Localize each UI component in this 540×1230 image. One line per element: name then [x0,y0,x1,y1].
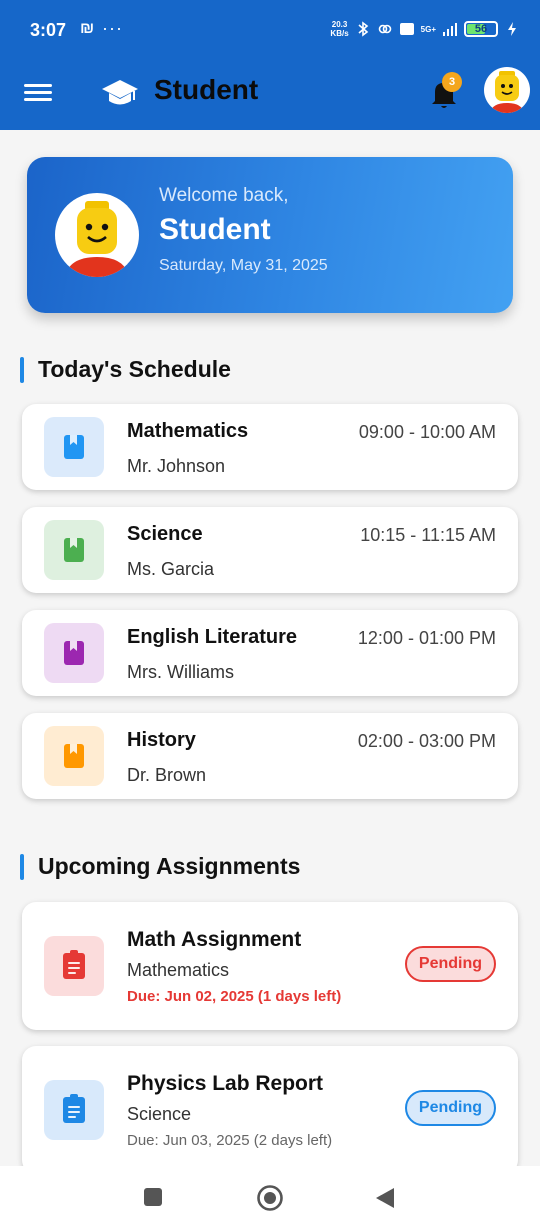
avatar-image [65,201,129,277]
schedule-section-header: Today's Schedule [20,356,231,383]
assignment-title: Math Assignment [127,928,302,951]
section-accent-bar [20,853,24,880]
network-type: 5G+ [420,24,436,34]
more-notifications-icon: ··· [102,18,123,38]
assignment-title: Physics Lab Report [127,1072,324,1095]
link-icon [378,24,391,34]
volte-icon [399,23,414,35]
clipboard-icon [63,950,85,979]
status-indicators: 20.3 KB/s 5G+ 56 [330,20,520,38]
menu-icon [24,84,52,87]
book-icon [64,538,84,562]
welcome-name: Student [159,213,271,246]
status-badge: Pending [404,946,496,982]
menu-button[interactable] [24,80,52,108]
schedule-card[interactable]: Science Ms. Garcia 10:15 - 11:15 AM [22,507,518,593]
assignment-icon-tile [44,1080,104,1140]
network-speed-unit: KB/s [330,29,349,38]
notifications-button[interactable]: 3 [424,72,464,114]
assignment-due: Due: Jun 03, 2025 (2 days left) [127,1132,333,1149]
home-circle-icon [257,1185,283,1211]
assignments-section-header: Upcoming Assignments [20,853,300,880]
schedule-time: 10:15 - 11:15 AM [360,525,496,545]
schedule-card[interactable]: History Dr. Brown 02:00 - 03:00 PM [22,713,518,799]
app-title: Student [154,74,259,105]
book-icon [64,641,84,665]
assignment-icon-tile [44,936,104,996]
welcome-greeting: Welcome back, [159,185,289,206]
schedule-title: Today's Schedule [38,356,231,382]
section-accent-bar [20,356,24,383]
recent-apps-button[interactable] [142,1186,164,1213]
status-time: 3:07 [30,20,67,40]
assignment-card[interactable]: Physics Lab Report Science Due: Jun 03, … [22,1046,518,1174]
assignment-card[interactable]: Math Assignment Mathematics Due: Jun 02,… [22,902,518,1030]
profile-avatar[interactable] [484,67,530,113]
assignments-title: Upcoming Assignments [38,853,301,879]
square-icon [144,1188,162,1206]
home-button[interactable] [256,1184,284,1217]
signal-icon [443,23,457,36]
schedule-card[interactable]: Mathematics Mr. Johnson 09:00 - 10:00 AM [22,404,518,490]
battery-level: 56 [474,23,488,35]
avatar-image [490,71,524,113]
assignment-subject: Mathematics [127,960,230,980]
subject-icon-tile [44,520,104,580]
app-bar: Student 3 [0,62,540,130]
charging-icon [508,22,516,36]
subject-icon-tile [44,623,104,683]
network-speed: 20.3 KB/s [330,20,348,38]
subject-icon-tile [44,417,104,477]
notification-badge: 3 [442,72,462,92]
subject-icon-tile [44,726,104,786]
assignment-due: Due: Jun 02, 2025 (1 days left) [127,988,342,1005]
status-badge: Pending [404,1090,496,1126]
schedule-teacher: Ms. Garcia [127,559,215,579]
schedule-teacher: Mr. Johnson [127,456,226,476]
back-button[interactable] [374,1186,396,1215]
status-bar: 3:07 ₪ ··· 20.3 KB/s 5G+ 56 [0,0,540,62]
battery-icon: 56 [464,21,498,37]
schedule-time: 09:00 - 10:00 AM [358,422,496,442]
network-speed-value: 20.3 [331,20,348,29]
schedule-subject: English Literature [127,626,298,648]
back-triangle-icon [376,1188,394,1208]
schedule-time: 02:00 - 03:00 PM [357,731,496,751]
clipboard-icon [63,1094,85,1123]
schedule-subject: Science [127,523,203,545]
welcome-avatar [55,193,139,277]
schedule-time: 12:00 - 01:00 PM [357,628,496,648]
welcome-date: Saturday, May 31, 2025 [159,257,328,274]
status-app-icon: ₪ [80,20,95,37]
schedule-subject: Mathematics [127,420,249,442]
schedule-teacher: Dr. Brown [127,765,207,785]
assignment-subject: Science [127,1104,192,1124]
welcome-card: Welcome back, Student Saturday, May 31, … [27,157,513,313]
schedule-teacher: Mrs. Williams [127,662,234,682]
graduation-cap-icon [102,80,138,105]
schedule-subject: History [127,729,196,751]
bluetooth-icon [358,21,368,37]
book-icon [64,744,84,768]
schedule-card[interactable]: English Literature Mrs. Williams 12:00 -… [22,610,518,696]
book-icon [64,435,84,459]
system-navigation-bar [0,1166,540,1230]
